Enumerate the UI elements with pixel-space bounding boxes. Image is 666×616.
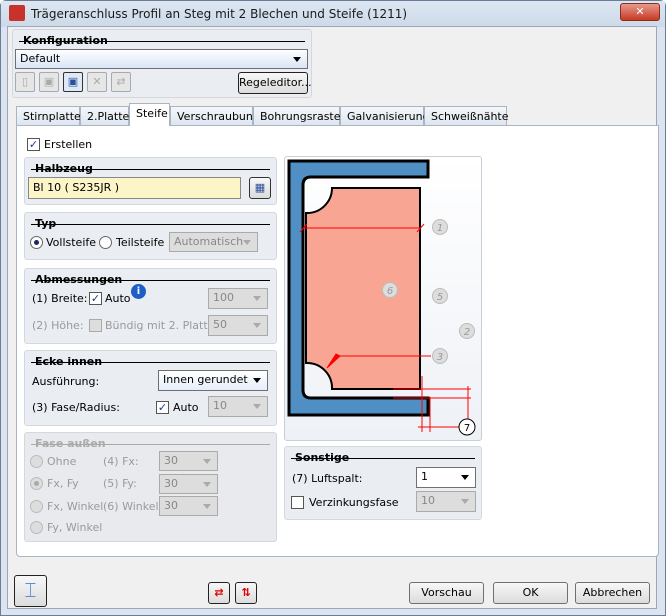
swap-horizontal-button[interactable]: ⇄	[208, 582, 230, 604]
breite-select[interactable]: 100	[208, 288, 268, 309]
stiffener-diagram: 1 6 5 2 3 7	[287, 159, 476, 436]
fase-radius-label: (3) Fase/Radius:	[32, 401, 120, 414]
ohne-radio[interactable]	[30, 455, 43, 468]
erstellen-checkbox[interactable]: ✓	[27, 138, 40, 151]
verzinkungsfase-checkbox[interactable]	[291, 496, 304, 509]
fy-label: (5) Fy:	[103, 477, 137, 490]
typ-heading: Typ	[35, 217, 57, 230]
label-3: 3	[437, 352, 443, 363]
fxfy-label: Fx, Fy	[47, 477, 79, 490]
ok-button[interactable]: OK	[493, 582, 568, 604]
app-icon	[9, 5, 25, 21]
fxfy-radio[interactable]	[30, 477, 43, 490]
abbrechen-button[interactable]: Abbrechen	[575, 582, 650, 604]
teilsteife-label: Teilsteife	[116, 236, 165, 249]
fywinkel-radio[interactable]	[30, 521, 43, 534]
fx-select[interactable]: 30	[159, 451, 218, 471]
configuration-select[interactable]: Default	[15, 49, 308, 69]
label-6: 6	[387, 286, 393, 297]
typ-mode-select[interactable]: Automatisch	[169, 232, 258, 252]
ausfuehrung-label: Ausführung:	[32, 375, 100, 388]
swap-vertical-button[interactable]: ⇅	[235, 582, 257, 604]
vollsteife-label: Vollsteife	[46, 236, 97, 249]
erstellen-label: Erstellen	[44, 138, 93, 151]
close-button[interactable]: ✕	[620, 3, 660, 21]
konfiguration-heading: Konfiguration	[23, 34, 108, 47]
breite-label: (1) Breite:	[32, 292, 88, 305]
fxwinkel-radio[interactable]	[30, 500, 43, 513]
verzinkung-select[interactable]: 10	[416, 491, 476, 512]
luftspalt-select[interactable]: 1	[416, 467, 476, 488]
luftspalt-label: (7) Luftspalt:	[292, 472, 363, 485]
fase-aussen-heading: Fase außen	[35, 437, 106, 450]
vollsteife-radio[interactable]	[30, 236, 43, 249]
info-icon[interactable]: i	[131, 284, 146, 299]
breite-auto-label: Auto	[105, 292, 131, 305]
label-5: 5	[437, 292, 443, 303]
tab-bohrungsraster[interactable]: Bohrungsraster	[253, 106, 345, 126]
catalog-button[interactable]: ▦	[249, 177, 271, 199]
profile-info-button[interactable]: ⌶	[14, 575, 47, 607]
abmessungen-heading: Abmessungen	[35, 273, 123, 286]
verzinkungsfase-label: Verzinkungsfase	[309, 496, 399, 509]
fase-radius-select[interactable]: 10	[208, 396, 268, 417]
tab-2-platte[interactable]: 2.Platte	[80, 106, 129, 126]
tab-galvanisierung[interactable]: Galvanisierung	[340, 106, 430, 126]
save-as-icon[interactable]: ▣	[63, 72, 83, 92]
label-2: 2	[464, 327, 470, 338]
fy-select[interactable]: 30	[159, 474, 218, 494]
winkel-select[interactable]: 30	[159, 496, 218, 516]
ausfuehrung-select[interactable]: Innen gerundet	[158, 370, 268, 391]
winkel-label: (6) Winkel:	[103, 500, 163, 513]
new-icon[interactable]: ▯	[15, 72, 35, 92]
vorschau-button[interactable]: Vorschau	[409, 582, 484, 604]
hoehe-label: (2) Höhe:	[32, 319, 84, 332]
sonstige-heading: Sonstige	[295, 451, 350, 464]
label-1: 1	[437, 223, 443, 234]
label-7: 7	[464, 423, 470, 434]
tab-stirnplatte[interactable]: Stirnplatte	[16, 106, 81, 126]
breite-auto-checkbox[interactable]: ✓	[89, 292, 102, 305]
regeleditor-button[interactable]: Regeleditor...	[238, 72, 312, 94]
refresh-icon[interactable]: ⇄	[111, 72, 131, 92]
teilsteife-radio[interactable]	[99, 236, 112, 249]
tab-schweissnaehte[interactable]: Schweißnähte	[424, 106, 509, 126]
title-bar: Trägeranschluss Profil an Steg mit 2 Ble…	[1, 1, 665, 27]
fywinkel-label: Fy, Winkel	[47, 521, 103, 534]
hoehe-select[interactable]: 50	[208, 315, 268, 336]
buendig-label: Bündig mit 2. Platte	[105, 319, 215, 332]
ohne-label: Ohne	[47, 455, 77, 468]
fxwinkel-label: Fx, Winkel	[47, 500, 104, 513]
halbzeug-heading: Halbzeug	[35, 162, 93, 175]
halbzeug-field[interactable]: Bl 10 ( S235JR )	[28, 177, 241, 199]
fase-auto-checkbox[interactable]: ✓	[156, 401, 169, 414]
fx-label: (4) Fx:	[103, 455, 139, 468]
save-icon[interactable]: ▣	[39, 72, 59, 92]
window-title: Trägeranschluss Profil an Steg mit 2 Ble…	[31, 7, 408, 21]
fase-auto-label: Auto	[173, 401, 199, 414]
tab-verschraubung[interactable]: Verschraubung	[170, 106, 260, 126]
delete-icon[interactable]: ✕	[87, 72, 107, 92]
stiffener-plate	[305, 187, 421, 390]
ecke-innen-heading: Ecke innen	[35, 355, 103, 368]
buendig-checkbox[interactable]	[89, 319, 102, 332]
tab-steife[interactable]: Steife	[129, 103, 170, 126]
